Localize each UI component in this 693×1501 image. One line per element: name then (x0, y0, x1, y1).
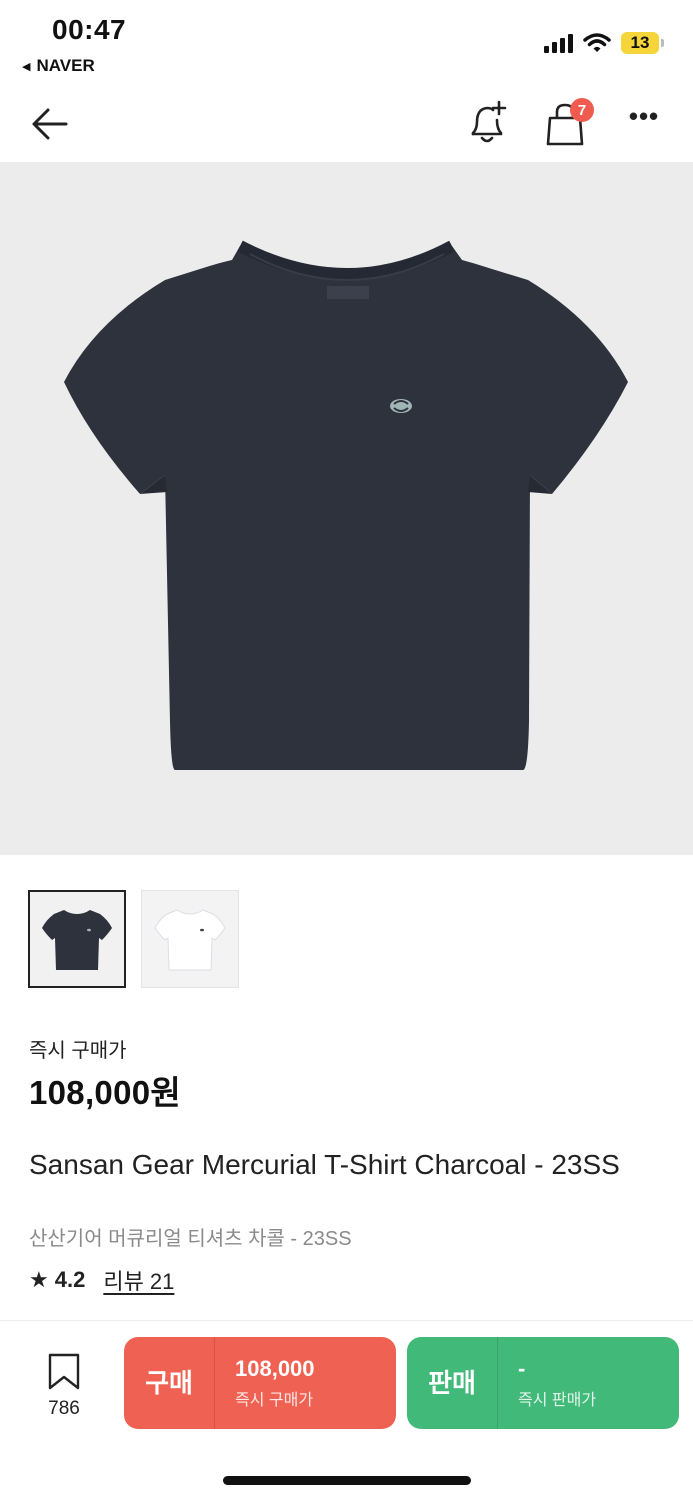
thumbnail-strip (28, 890, 239, 988)
instant-buy-price-label: 즉시 구매가 (29, 1040, 127, 1062)
back-triangle-icon: ◀ (22, 60, 31, 73)
sell-label: 판매 (407, 1337, 498, 1429)
status-time: 00:47 (52, 14, 127, 45)
bookmark-button[interactable]: 786 (36, 1353, 92, 1421)
bookmark-icon (48, 1353, 80, 1390)
tshirt-charcoal-thumb (42, 910, 112, 970)
notification-add-icon[interactable] (465, 98, 509, 146)
buy-price: 108,000 (235, 1356, 315, 1381)
thumbnail-charcoal[interactable] (28, 890, 126, 988)
more-options-icon[interactable]: ••• (624, 103, 664, 144)
star-icon: ★ (29, 1267, 49, 1292)
cart-count-badge: 7 (570, 98, 594, 122)
back-to-app-link[interactable]: ◀ NAVER (22, 56, 95, 76)
logo-emblem (390, 399, 412, 413)
thumbnail-white[interactable] (141, 890, 239, 988)
tshirt-image (64, 240, 628, 770)
battery-level: 13 (630, 33, 650, 52)
nav-bar: 7 ••• (0, 88, 693, 160)
rating-row: ★ 4.2 리뷰 21 (29, 1264, 174, 1296)
buy-button[interactable]: 구매 108,000 즉시 구매가 (124, 1337, 396, 1429)
sell-button[interactable]: 판매 - 즉시 판매가 (407, 1337, 679, 1429)
home-indicator (223, 1476, 471, 1485)
back-app-label: NAVER (36, 56, 95, 75)
status-bar: 00:47 ◀ NAVER 13 (0, 0, 693, 85)
back-arrow-icon[interactable] (28, 102, 72, 146)
product-title-en: Sansan Gear Mercurial T-Shirt Charcoal -… (29, 1149, 620, 1180)
bookmark-count: 786 (48, 1398, 80, 1419)
sell-price: - (518, 1356, 526, 1381)
product-price: 108,000원 (29, 1074, 182, 1111)
battery-icon: 13 (621, 32, 664, 54)
rating-value: 4.2 (54, 1267, 86, 1292)
tshirt-body (64, 246, 628, 770)
bottom-action-bar: 786 구매 108,000 즉시 구매가 판매 - 즉시 판매가 (0, 1320, 693, 1501)
product-image[interactable] (0, 162, 693, 855)
product-title-ko: 산산기어 머큐리얼 티셔츠 차콜 - 23SS (29, 1228, 352, 1250)
tshirt-white-thumb (154, 909, 226, 971)
wifi-icon (583, 33, 611, 52)
buy-sub-label: 즉시 구매가 (235, 1392, 314, 1409)
buy-label: 구매 (124, 1337, 215, 1429)
status-icons: 13 (544, 32, 664, 54)
review-link[interactable]: 리뷰 21 (103, 1264, 174, 1296)
cellular-signal-icon (544, 33, 573, 53)
shopping-bag-button[interactable]: 7 (543, 98, 599, 150)
sell-sub-label: 즉시 판매가 (518, 1392, 597, 1409)
